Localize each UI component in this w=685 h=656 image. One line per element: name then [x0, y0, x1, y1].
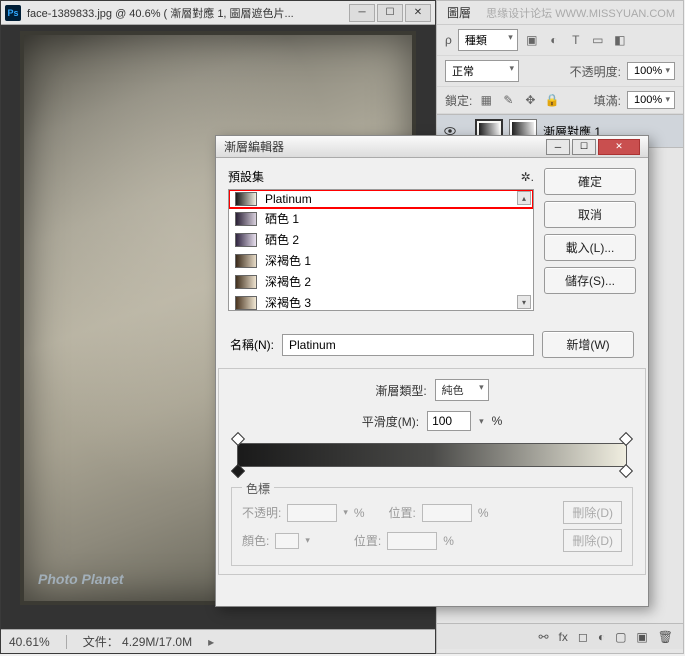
dialog-titlebar[interactable]: 漸層編輯器 ─ ☐ ✕ [216, 136, 648, 158]
gradient-swatch [235, 254, 257, 268]
opacity-value[interactable]: 100% [627, 62, 675, 80]
preset-label: 深褐色 1 [265, 252, 311, 269]
preset-item[interactable]: 深褐色 3 [229, 292, 533, 311]
document-title: face-1389833.jpg @ 40.6% ( 漸層對應 1, 圖層遮色片… [27, 5, 347, 21]
load-button[interactable]: 載入(L)... [544, 234, 636, 261]
file-size-info: 文件： 4.29M/17.0M [83, 633, 192, 650]
folder-icon[interactable]: ▢ [615, 630, 626, 644]
stop-color-swatch [275, 533, 299, 549]
dialog-title-text: 漸層編輯器 [224, 138, 544, 155]
filter-smart-icon[interactable]: ◧ [612, 32, 628, 48]
new-button[interactable]: 新增(W) [542, 331, 634, 358]
color-stops-group: 色標 不透明: ▾ % 位置: % 刪除(D) 顏色: ▾ 位置: % 刪除(D… [231, 487, 633, 566]
close-button[interactable]: ✕ [405, 4, 431, 22]
preset-label: 深褐色 3 [265, 294, 311, 311]
layers-panel-footer: ⚯ fx ◻ ◐ ▢ ▣ 🗑 [437, 623, 683, 649]
stop-position-field [387, 532, 437, 550]
gradient-swatch [235, 192, 257, 206]
gradient-swatch [235, 275, 257, 289]
name-label: 名稱(N): [230, 336, 274, 353]
dialog-minimize-button[interactable]: ─ [546, 139, 570, 155]
lock-transparent-icon[interactable]: ▦ [478, 92, 494, 108]
scroll-up-icon[interactable]: ▴ [517, 191, 531, 205]
trash-icon[interactable]: 🗑 [658, 630, 673, 644]
preset-item[interactable]: 硒色 2 [229, 229, 533, 250]
preset-list[interactable]: ▴ Platinum 硒色 1 硒色 2 深褐色 1 深褐色 2 深褐色 3 ▾ [228, 189, 534, 311]
filter-shape-icon[interactable]: ▭ [590, 32, 606, 48]
fx-icon[interactable]: fx [559, 630, 568, 644]
stop-position-label: 位置: [354, 532, 381, 549]
lock-brush-icon[interactable]: ✎ [500, 92, 516, 108]
fill-label: 填滿: [594, 92, 621, 109]
stop-color-label: 顏色: [242, 532, 269, 549]
main-titlebar: Ps face-1389833.jpg @ 40.6% ( 漸層對應 1, 圖層… [1, 1, 435, 25]
smoothness-input[interactable] [427, 411, 471, 431]
preset-item-platinum[interactable]: Platinum [229, 190, 533, 208]
gradient-settings-group: 漸層類型: 純色 平滑度(M): ▾ % 色標 不透明: ▾ % 位置: % 刪… [218, 368, 646, 575]
stop-position-field [422, 504, 472, 522]
preset-item[interactable]: 深褐色 1 [229, 250, 533, 271]
gradient-type-label: 漸層類型: [375, 382, 426, 399]
dialog-maximize-button[interactable]: ☐ [572, 139, 596, 155]
gradient-bar[interactable] [237, 443, 627, 467]
stop-opacity-field [287, 504, 337, 522]
filter-kind-dropdown[interactable]: 種類 [458, 29, 518, 51]
smoothness-unit: % [492, 414, 503, 428]
status-bar: 40.61% 文件： 4.29M/17.0M ▸ [1, 629, 435, 653]
maximize-button[interactable]: ☐ [377, 4, 403, 22]
minimize-button[interactable]: ─ [349, 4, 375, 22]
filter-type-icon[interactable]: T [568, 32, 584, 48]
preset-item[interactable]: 深褐色 2 [229, 271, 533, 292]
new-layer-icon[interactable]: ▣ [636, 630, 647, 644]
lock-all-icon[interactable]: 🔒 [544, 92, 560, 108]
filter-adjust-icon[interactable]: ◐ [546, 32, 562, 48]
delete-stop-button: 刪除(D) [563, 501, 622, 524]
ok-button[interactable]: 確定 [544, 168, 636, 195]
save-button[interactable]: 儲存(S)... [544, 267, 636, 294]
forum-watermark: 思缘设计论坛 WWW.MISSYUAN.COM [486, 5, 675, 21]
gradient-type-dropdown[interactable]: 純色 [435, 379, 489, 401]
preset-label: 深褐色 2 [265, 273, 311, 290]
photo-watermark: Photo Planet [38, 571, 124, 587]
scroll-down-icon[interactable]: ▾ [517, 295, 531, 309]
smoothness-label: 平滑度(M): [362, 413, 419, 430]
gradient-editor-dialog: 漸層編輯器 ─ ☐ ✕ 預設集 ✲. ▴ Platinum 硒色 1 硒色 2 … [215, 135, 649, 607]
stops-legend: 色標 [242, 480, 274, 497]
name-input[interactable] [282, 334, 534, 356]
lock-label: 鎖定: [445, 92, 472, 109]
presets-label: 預設集 [228, 168, 264, 185]
gradient-swatch [235, 212, 257, 226]
preset-label: Platinum [265, 192, 312, 206]
adjustment-icon[interactable]: ◐ [598, 630, 605, 644]
mask-icon[interactable]: ◻ [578, 630, 588, 644]
opacity-label: 不透明度: [570, 63, 621, 80]
cancel-button[interactable]: 取消 [544, 201, 636, 228]
preset-label: 硒色 2 [265, 231, 299, 248]
preset-label: 硒色 1 [265, 210, 299, 227]
photoshop-icon: Ps [5, 5, 21, 21]
stop-position-label: 位置: [389, 504, 416, 521]
gradient-swatch [235, 233, 257, 247]
filter-pixel-icon[interactable]: ▣ [524, 32, 540, 48]
preset-item[interactable]: 硒色 1 [229, 208, 533, 229]
dialog-close-button[interactable]: ✕ [598, 139, 640, 155]
lock-move-icon[interactable]: ✥ [522, 92, 538, 108]
delete-stop-button: 刪除(D) [563, 529, 622, 552]
gradient-swatch [235, 296, 257, 310]
zoom-value[interactable]: 40.61% [9, 635, 50, 649]
fill-value[interactable]: 100% [627, 91, 675, 109]
link-layers-icon[interactable]: ⚯ [538, 630, 548, 644]
blend-mode-dropdown[interactable]: 正常 [445, 60, 519, 82]
stop-opacity-label: 不透明: [242, 504, 281, 521]
presets-menu-icon[interactable]: ✲. [521, 170, 534, 184]
